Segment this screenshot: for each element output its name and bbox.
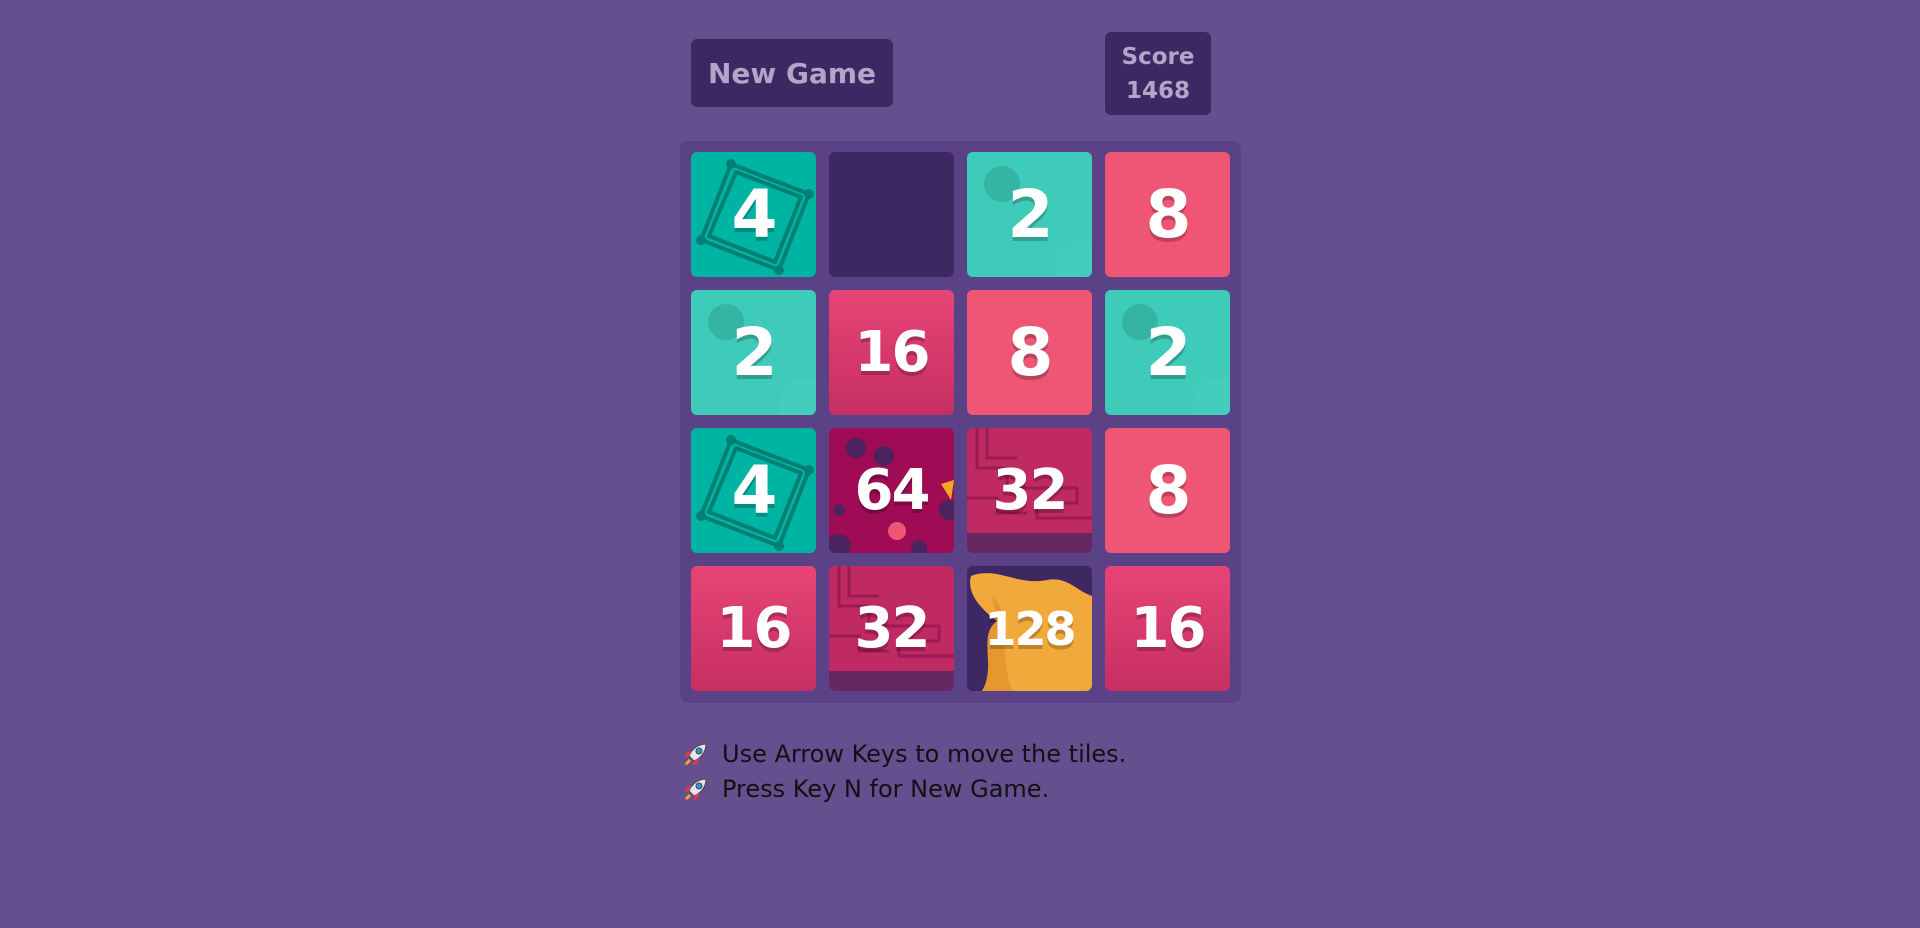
game-board: 4 2 8 2 16 8 2 4 64 32 8 16 32 128 16 [680, 141, 1241, 703]
tile-value: 16 [1130, 596, 1207, 661]
tile-16: 16 [691, 566, 816, 691]
tile-value: 64 [854, 458, 931, 523]
tile-value: 32 [992, 458, 1069, 523]
tile-32: 32 [967, 428, 1092, 553]
tile-value: 4 [731, 452, 778, 529]
tile-2: 2 [967, 152, 1092, 277]
score-label: Score [1121, 43, 1195, 70]
tile-value: 128 [984, 601, 1076, 656]
score-value: 1468 [1125, 77, 1190, 104]
new-game-button[interactable]: New Game [691, 39, 893, 107]
instruction-line: Use Arrow Keys to move the tiles. [680, 737, 1126, 772]
tile-64: 64 [829, 428, 954, 553]
instruction-text: Use Arrow Keys to move the tiles. [722, 740, 1127, 768]
tile-value: 4 [731, 176, 778, 253]
tile-8: 8 [967, 290, 1092, 415]
tile-value: 2 [731, 314, 778, 391]
score-box: Score 1468 [1105, 32, 1211, 115]
tile-8: 8 [1105, 428, 1230, 553]
rocket-icon [684, 742, 707, 766]
instruction-text: Press Key N for New Game. [722, 775, 1050, 803]
tile-value: 2 [1007, 176, 1054, 253]
tile-value: 8 [1145, 452, 1192, 529]
tile-2: 2 [691, 290, 816, 415]
tile-4: 4 [691, 428, 816, 553]
empty-cell [829, 152, 954, 277]
tile-128: 128 [967, 566, 1092, 691]
instruction-line: Press Key N for New Game. [680, 772, 1126, 807]
tile-4: 4 [691, 152, 816, 277]
tile-value: 32 [854, 596, 931, 661]
tile-32: 32 [829, 566, 954, 691]
tile-16: 16 [1105, 566, 1230, 691]
tile-value: 16 [854, 320, 931, 385]
tile-value: 2 [1145, 314, 1192, 391]
tile-8: 8 [1105, 152, 1230, 277]
tile-value: 16 [716, 596, 793, 661]
tile-16: 16 [829, 290, 954, 415]
instructions: Use Arrow Keys to move the tiles. Press … [680, 737, 1126, 807]
tile-2: 2 [1105, 290, 1230, 415]
tile-value: 8 [1145, 176, 1192, 253]
rocket-icon [684, 777, 707, 801]
tile-value: 8 [1007, 314, 1054, 391]
